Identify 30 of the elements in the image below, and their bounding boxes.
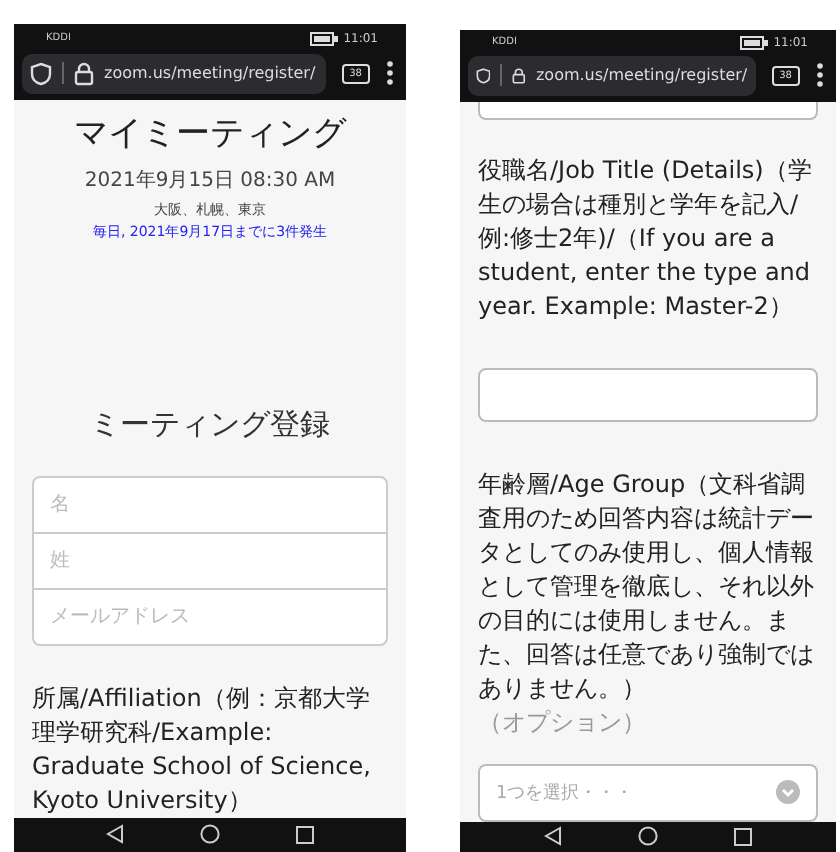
input-field[interactable]: 姓 xyxy=(32,531,388,590)
chevron-icon xyxy=(776,780,800,805)
shield-icon xyxy=(30,61,52,86)
recents-icon[interactable] xyxy=(734,827,752,846)
form-title: ミーティング登録 xyxy=(88,405,332,444)
input-field[interactable]: 名 xyxy=(32,475,388,534)
back-icon[interactable] xyxy=(544,826,562,847)
url-text: zoom.us/meeting/register/ xyxy=(104,64,316,83)
lock-icon xyxy=(512,63,526,88)
input-field[interactable]: メールアドレス xyxy=(32,587,388,646)
address-bar[interactable]: zoom.us/meeting/register/ xyxy=(22,53,326,94)
meeting-title: マイミーティング xyxy=(72,111,349,156)
home-icon[interactable] xyxy=(200,824,220,845)
url-text: zoom.us/meeting/register/ xyxy=(535,66,748,85)
back-icon[interactable] xyxy=(106,824,124,845)
menu-icon[interactable] xyxy=(386,60,394,87)
input-field[interactable] xyxy=(478,367,818,422)
shield-icon xyxy=(476,63,491,88)
optional-text: （オプション） xyxy=(478,705,648,740)
menu-icon[interactable] xyxy=(816,62,824,89)
meeting-date: 2021年9月15日 08:30 AM xyxy=(82,167,338,194)
battery-icon xyxy=(309,31,338,46)
question-label: 年齢層/Age Group（文科省調査用のため回答内容は統計データとしてのみ使用し、個人情報として管理を徹底し、それ以外の目的には使用しません。また、回答は任意であり強制ではありません。） xyxy=(478,467,816,706)
address-bar[interactable]: zoom.us/meeting/register/ xyxy=(468,55,756,96)
question-label: 所属/Affiliation（例：京都大学理学研究科/Example: Graduate School of Science, Kyoto University） xyxy=(32,681,373,818)
lock-icon xyxy=(74,61,94,86)
home-icon[interactable] xyxy=(638,826,658,847)
question-label: 役職名/Job Title (Details)（学生の場合は種別と学年を記入/例:修士2年)/（If you are a student, enter the type and year. Example: Master-2） xyxy=(478,153,814,324)
recents-icon[interactable] xyxy=(296,825,314,844)
battery-icon xyxy=(739,35,768,50)
